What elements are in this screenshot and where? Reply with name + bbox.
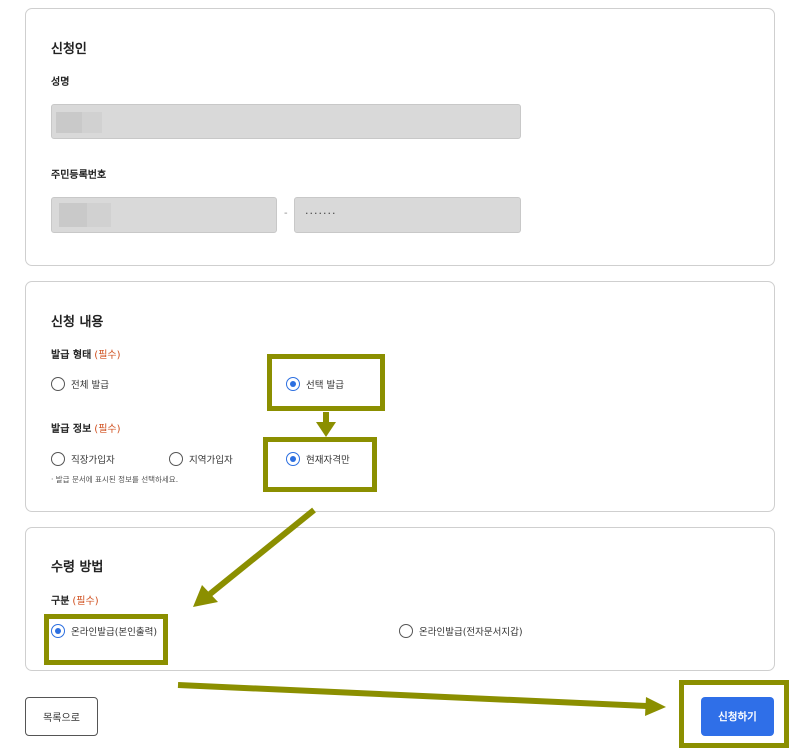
applicant-card: 신청인 성명 주민등록번호 - ······· [25, 8, 775, 266]
radio-employee-subscriber[interactable]: 직장가입자 [51, 452, 115, 466]
radio-label: 직장가입자 [71, 455, 115, 466]
issue-info-label: 발급 정보 (필수) [51, 420, 121, 435]
radio-full-issue[interactable]: 전체 발급 [51, 377, 109, 391]
issue-info-hint: · 발급 문서에 표시된 정보를 선택하세요. [51, 475, 179, 484]
radio-circle [169, 452, 183, 466]
radio-circle [51, 377, 65, 391]
name-redacted [56, 112, 82, 133]
required-mark: (필수) [94, 350, 121, 361]
highlight-box [267, 354, 385, 411]
issue-type-label-text: 발급 형태 [51, 350, 92, 361]
required-mark: (필수) [94, 424, 121, 435]
category-label: 구분 (필수) [51, 592, 99, 607]
request-card: 신청 내용 발급 형태 (필수) 전체 발급 선택 발급 발급 정보 (필수) 직장… [25, 281, 775, 512]
required-mark: (필수) [72, 596, 99, 607]
name-redacted [82, 112, 102, 133]
highlight-box [263, 437, 377, 492]
applicant-title: 신청인 [51, 42, 87, 57]
rrn-redacted [87, 203, 111, 227]
issue-info-label-text: 발급 정보 [51, 424, 92, 435]
rrn-redacted [59, 203, 87, 227]
radio-circle [51, 452, 65, 466]
arrow-horizontal [177, 682, 648, 709]
rrn-back-mask: ······· [305, 207, 337, 220]
request-title: 신청 내용 [51, 315, 104, 330]
arrow-horizontal-head [645, 697, 666, 716]
rrn-front-field[interactable] [51, 197, 277, 233]
radio-label: 지역가입자 [189, 455, 233, 466]
receipt-title: 수령 방법 [51, 560, 104, 575]
radio-regional-subscriber[interactable]: 지역가입자 [169, 452, 233, 466]
radio-label: 온라인발급(전자문서지갑) [419, 627, 523, 638]
category-label-text: 구분 [51, 596, 70, 607]
rrn-label: 주민등록번호 [51, 170, 107, 181]
name-label: 성명 [51, 77, 70, 88]
issue-type-label: 발급 형태 (필수) [51, 346, 121, 361]
radio-label: 전체 발급 [71, 380, 109, 391]
name-field[interactable] [51, 104, 521, 139]
rrn-back-field[interactable]: ······· [294, 197, 521, 233]
rrn-separator: - [284, 208, 288, 219]
radio-circle [399, 624, 413, 638]
highlight-box [679, 680, 789, 748]
highlight-box [44, 614, 168, 665]
radio-online-e-wallet[interactable]: 온라인발급(전자문서지갑) [399, 624, 523, 638]
back-to-list-button[interactable]: 목록으로 [25, 697, 98, 736]
